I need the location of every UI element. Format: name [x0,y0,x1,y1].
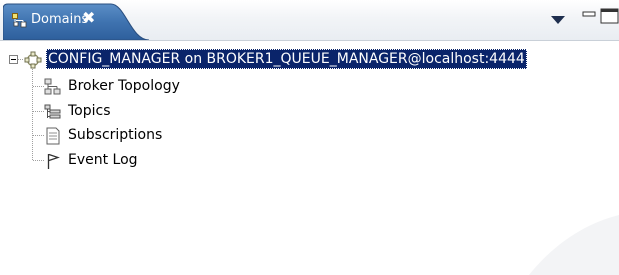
minimize-icon[interactable] [582,8,596,22]
domains-tree: CONFIG_MANAGER on BROKER1_QUEUE_MANAGER@… [0,40,619,275]
tree-item-label: Subscriptions [68,127,163,143]
topics-icon [44,103,62,121]
tree-item-label: Event Log [68,152,138,168]
collapse-toggle-icon[interactable] [9,55,18,64]
domains-view: Domains ✖ CONFIG_MANAGER on BROKER1_QUEU… [0,0,619,275]
domains-icon [12,13,28,29]
view-menu-dropdown-icon[interactable] [550,14,566,26]
config-manager-icon [24,51,42,69]
tree-item-label: Broker Topology [68,78,180,94]
tab-domains[interactable]: Domains ✖ [3,3,163,40]
flag-icon [44,152,62,170]
topology-icon [44,78,62,96]
maximize-icon[interactable] [600,8,619,24]
background-watermark-shape [529,215,619,275]
view-tab-strip: Domains ✖ [0,0,619,41]
tree-item-label: Topics [68,103,111,119]
tree-root-label: CONFIG_MANAGER on BROKER1_QUEUE_MANAGER@… [46,49,527,69]
tab-title: Domains [31,12,89,27]
subscriptions-icon [44,127,62,145]
close-icon[interactable]: ✖ [82,10,95,26]
